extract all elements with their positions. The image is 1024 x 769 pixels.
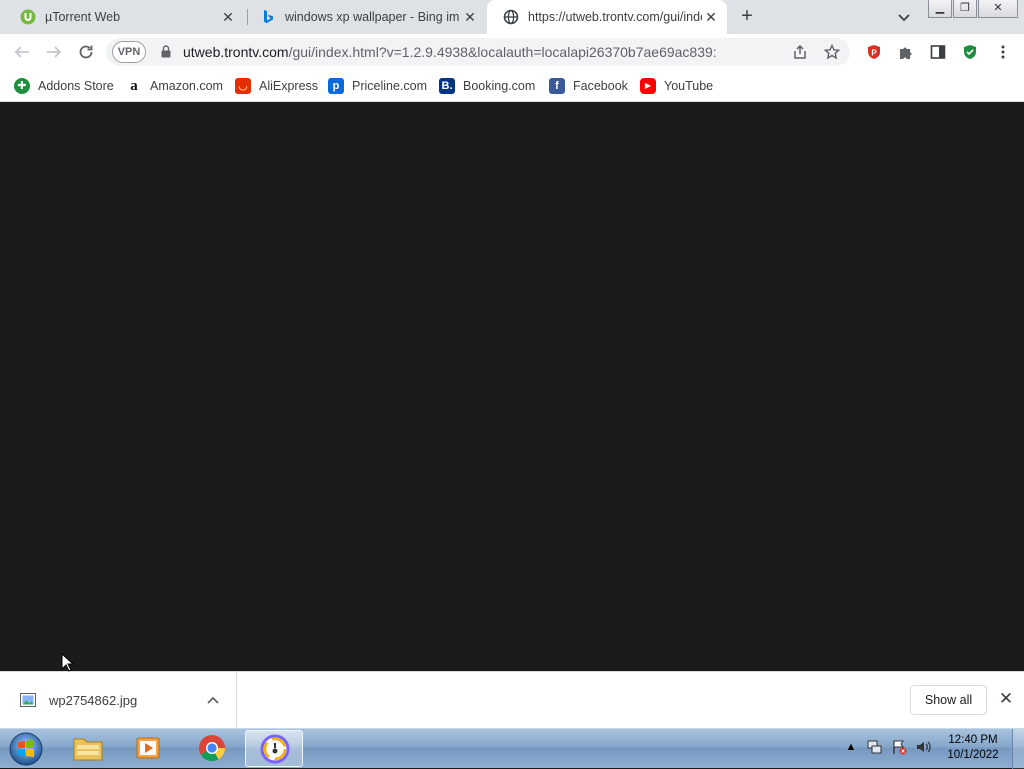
- bookmarks-bar: ✚ Addons Store a Amazon.com ◡ AliExpress…: [0, 70, 1024, 102]
- bookmark-aliexpress[interactable]: ◡ AliExpress: [235, 76, 318, 96]
- tab-bing-images[interactable]: windows xp wallpaper - Bing images ✕: [244, 0, 486, 34]
- amazon-icon: a: [130, 78, 138, 94]
- chevron-up-icon[interactable]: [205, 693, 221, 709]
- start-button[interactable]: [6, 731, 46, 767]
- reload-icon: [79, 45, 93, 59]
- tray-expand-icon[interactable]: ▲: [843, 739, 859, 755]
- addons-store-icon: ✚: [14, 78, 30, 94]
- tab-title: µTorrent Web: [45, 10, 121, 24]
- taskbar: ▲ 12:40 PM 10/1/2022: [0, 728, 1024, 769]
- download-file-name: wp2754862.jpg: [49, 693, 138, 708]
- aliexpress-icon: ◡: [235, 78, 251, 94]
- action-center-flag-icon[interactable]: [891, 739, 907, 755]
- tab-strip: µTorrent Web ✕ windows xp wallpaper - Bi…: [0, 0, 1024, 34]
- shield-check-icon[interactable]: [962, 44, 978, 60]
- booking-icon: B.: [439, 78, 455, 94]
- facebook-icon: f: [549, 78, 565, 94]
- download-shelf: wp2754862.jpg Show all ✕: [0, 671, 1024, 729]
- system-clock[interactable]: 12:40 PM 10/1/2022: [938, 733, 1008, 763]
- folder-icon: [73, 738, 103, 761]
- chevron-down-icon[interactable]: [896, 9, 912, 25]
- close-icon[interactable]: ✕: [220, 9, 236, 25]
- address-bar[interactable]: VPN utweb.trontv.com/gui/index.html?v=1.…: [106, 38, 850, 66]
- star-icon[interactable]: [824, 44, 840, 60]
- bookmark-label: AliExpress: [259, 79, 319, 93]
- media-player-icon: [136, 737, 160, 759]
- url-path: /gui/index.html?v=1.2.9.4938&localauth=l…: [288, 44, 717, 60]
- arrow-left-icon: [14, 46, 29, 58]
- show-desktop-button[interactable]: [1012, 729, 1024, 769]
- tab-title: windows xp wallpaper - Bing images: [285, 10, 459, 24]
- bookmark-label: Amazon.com: [150, 79, 223, 93]
- chrome-icon: [199, 735, 226, 762]
- puzzle-icon[interactable]: [898, 44, 914, 60]
- network-icon[interactable]: [866, 739, 882, 755]
- priceline-icon: p: [328, 78, 344, 94]
- image-file-icon: [20, 693, 36, 707]
- bookmark-facebook[interactable]: f Facebook: [549, 76, 628, 96]
- svg-text:P: P: [871, 49, 877, 58]
- url-text[interactable]: utweb.trontv.com/gui/index.html?v=1.2.9.…: [183, 44, 723, 60]
- bookmark-booking[interactable]: B. Booking.com: [439, 76, 535, 96]
- reload-button[interactable]: [74, 40, 98, 64]
- taskbar-media-player[interactable]: [120, 730, 178, 767]
- taskbar-chrome[interactable]: [183, 730, 241, 767]
- close-icon[interactable]: ✕: [462, 9, 478, 25]
- bookmark-priceline[interactable]: p Priceline.com: [328, 76, 427, 96]
- close-icon[interactable]: ✕: [703, 9, 719, 25]
- show-all-button[interactable]: Show all: [910, 685, 987, 715]
- tab-title: https://utweb.trontv.com/gui/index.html?…: [528, 10, 702, 24]
- share-icon[interactable]: [792, 44, 808, 60]
- vpn-badge[interactable]: VPN: [112, 41, 146, 63]
- volume-icon[interactable]: [915, 739, 931, 755]
- taskbar-utorrent-web[interactable]: [245, 730, 303, 767]
- tab-utorrent-web[interactable]: µTorrent Web ✕: [4, 0, 244, 34]
- utorrent-icon: [20, 9, 36, 25]
- side-panel-icon[interactable]: [930, 44, 946, 60]
- clock-date: 10/1/2022: [947, 749, 999, 761]
- kebab-menu-icon[interactable]: [995, 44, 1011, 60]
- globe-icon: [503, 9, 519, 25]
- bookmark-label: Priceline.com: [352, 79, 428, 93]
- forward-button[interactable]: [42, 40, 66, 64]
- bookmark-addons-store[interactable]: ✚ Addons Store: [14, 76, 114, 96]
- browser-toolbar: VPN utweb.trontv.com/gui/index.html?v=1.…: [0, 34, 1024, 70]
- restore-button[interactable]: ❐: [953, 0, 977, 18]
- shield-extension-icon[interactable]: P: [866, 44, 882, 60]
- tab-utweb-trontv[interactable]: https://utweb.trontv.com/gui/index.html?…: [487, 0, 727, 34]
- page-content[interactable]: [0, 103, 1024, 671]
- bookmark-label: Addons Store: [38, 79, 114, 93]
- arrow-right-icon: [47, 46, 62, 58]
- bookmark-amazon[interactable]: a Amazon.com: [126, 76, 223, 96]
- minimize-button[interactable]: ▁: [928, 0, 952, 18]
- utorrent-web-app-icon: [260, 734, 290, 764]
- youtube-icon: ▶: [640, 78, 656, 94]
- new-tab-button[interactable]: +: [737, 6, 757, 27]
- clock-time: 12:40 PM: [948, 734, 998, 746]
- close-icon[interactable]: ✕: [997, 690, 1015, 708]
- url-host: utweb.trontv.com: [183, 44, 289, 60]
- bookmark-label: YouTube: [664, 79, 714, 93]
- bing-icon: [264, 10, 273, 24]
- lock-icon[interactable]: [161, 45, 171, 58]
- bookmark-youtube[interactable]: ▶ YouTube: [640, 76, 713, 96]
- close-window-button[interactable]: ✕: [978, 0, 1018, 18]
- bookmark-label: Booking.com: [463, 79, 536, 93]
- mouse-cursor-icon: [61, 653, 75, 672]
- download-item[interactable]: wp2754862.jpg: [0, 672, 237, 729]
- taskbar-explorer[interactable]: [59, 730, 117, 767]
- back-button[interactable]: [10, 40, 34, 64]
- bookmark-label: Facebook: [573, 79, 628, 93]
